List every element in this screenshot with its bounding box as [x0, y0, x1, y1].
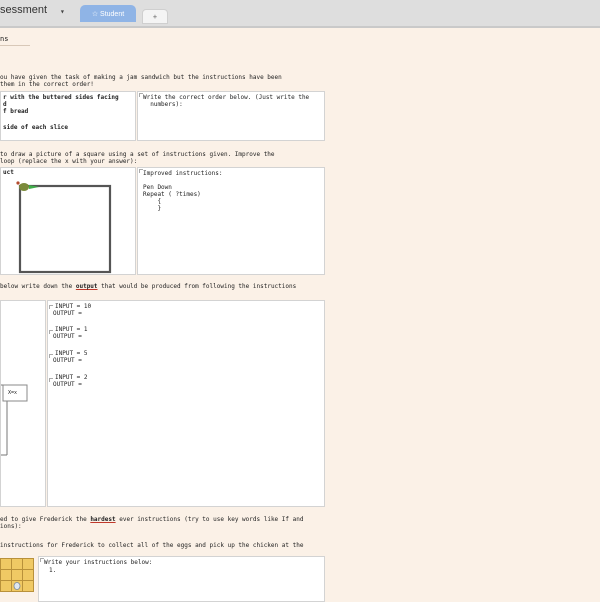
- square-outline: [18, 184, 112, 274]
- q4-prompt-keyword: hardest: [90, 516, 116, 523]
- q1-step: side of each slice: [3, 124, 69, 131]
- process-box-label: X=x: [8, 390, 18, 396]
- tab-student[interactable]: ☆ Student: [80, 5, 136, 22]
- q3-prompt-start: below write down the: [0, 283, 76, 290]
- add-tab-button[interactable]: +: [142, 9, 168, 24]
- io-output[interactable]: OUTPUT =: [53, 381, 82, 389]
- q2-left-label: uct: [3, 169, 14, 176]
- q1-step: f bread: [3, 108, 29, 115]
- q5-grid: [0, 556, 34, 600]
- q2-code-line[interactable]: }: [143, 205, 161, 213]
- q4-prompt-line1: ed to give Frederick the hardest ever in…: [0, 516, 304, 524]
- grid-cell: [22, 580, 34, 592]
- q2-prompt-line2: loop (replace the x with your answer):: [0, 158, 138, 165]
- text-box-handle[interactable]: [49, 305, 53, 309]
- q2-drawing-box: uct: [0, 167, 136, 275]
- q5-answer-placeholder[interactable]: Write your instructions below:: [44, 559, 152, 567]
- q1-steps-box: r with the buttered sides facing d f bre…: [0, 91, 136, 141]
- io-output[interactable]: OUTPUT =: [53, 333, 82, 341]
- q1-answer-box[interactable]: Write the correct order below. (Just wri…: [137, 91, 325, 141]
- q4-prompt-line2: ions):: [0, 523, 22, 530]
- q3-answer-box[interactable]: INPUT = 10 OUTPUT = INPUT = 1 OUTPUT = I…: [47, 300, 325, 507]
- flowchart-diagram: [1, 384, 28, 456]
- q3-prompt-keyword: output: [75, 283, 98, 290]
- q5-answer-box[interactable]: Write your instructions below: 1.: [38, 556, 325, 602]
- document-title[interactable]: sessment: [0, 4, 47, 16]
- square-drawing: [16, 181, 112, 274]
- chevron-down-icon[interactable]: ▾: [60, 7, 65, 16]
- q4-prompt-end: ever instructions (try to use key words …: [115, 516, 304, 523]
- window-tab-bar: sessment ▾ ☆ Student +: [0, 0, 600, 28]
- q1-answer-placeholder[interactable]: Write the correct order below. (Just wri…: [143, 94, 309, 108]
- q2-answer-box[interactable]: Improved instructions: Pen Down Repeat (…: [137, 167, 325, 275]
- q5-answer-first-line[interactable]: 1.: [49, 567, 56, 575]
- q2-right-label: Improved instructions:: [143, 170, 223, 177]
- q5-prompt: instructions for Frederick to collect al…: [0, 542, 304, 549]
- io-output[interactable]: OUTPUT =: [53, 357, 82, 365]
- io-output[interactable]: OUTPUT =: [53, 310, 82, 318]
- q1-step: r with the buttered sides facing: [3, 94, 119, 101]
- q3-prompt: below write down the output that would b…: [0, 283, 297, 291]
- q3-prompt-end: that would be produced from following th…: [97, 283, 297, 290]
- q3-flowchart-box: X=x: [0, 300, 46, 507]
- egg-icon: [13, 582, 21, 590]
- heading-divider: [0, 45, 30, 46]
- q1-prompt-line2: them in the correct order!: [0, 81, 94, 88]
- q4-prompt-start: ed to give Frederick the: [0, 516, 91, 523]
- page-heading: ns: [0, 35, 9, 43]
